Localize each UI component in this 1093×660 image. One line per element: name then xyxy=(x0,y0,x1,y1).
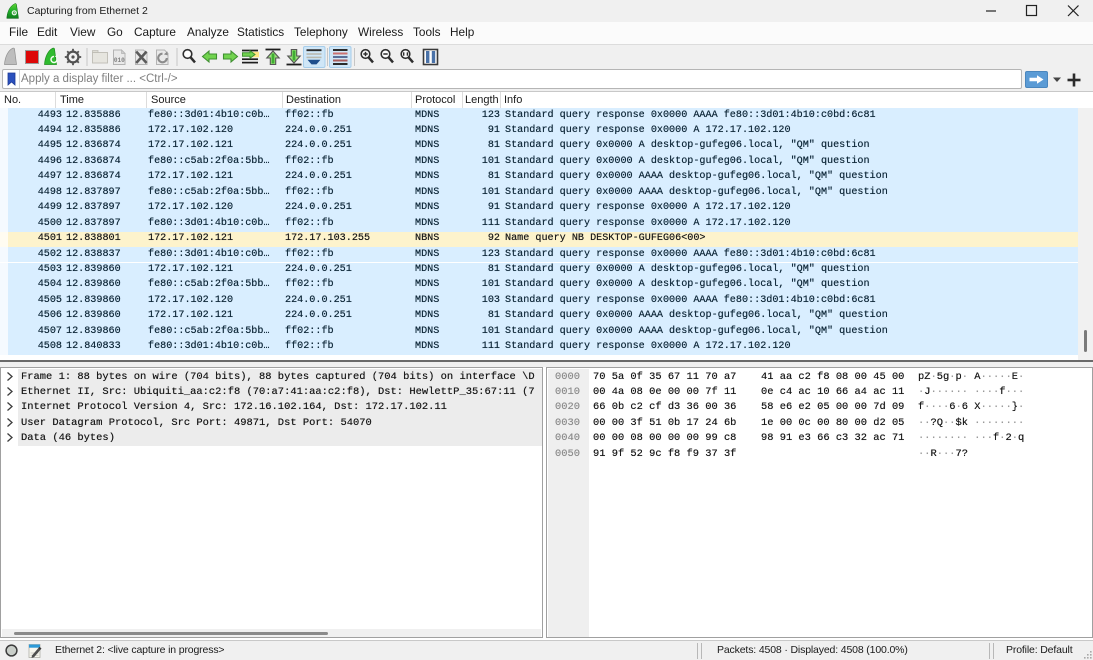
svg-text:010: 010 xyxy=(114,57,125,64)
